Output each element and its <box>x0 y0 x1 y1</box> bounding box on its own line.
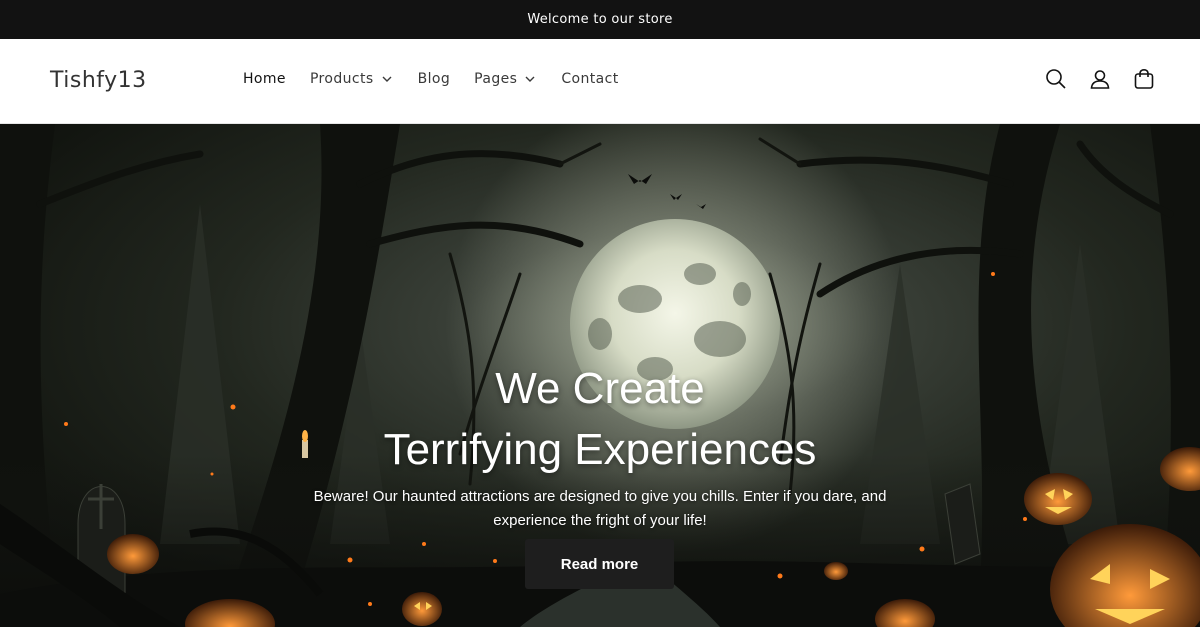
chevron-down-icon <box>382 76 392 82</box>
announcement-bar: Welcome to our store <box>0 0 1200 39</box>
nav-item-home[interactable]: Home <box>231 71 298 87</box>
account-icon[interactable] <box>1089 68 1111 90</box>
nav-label: Products <box>309 71 374 87</box>
site-header: Tishfy13 Home Products Blog Pages Contac… <box>0 39 1200 124</box>
header-icons <box>1023 68 1155 90</box>
main-nav: Home Products Blog Pages Contact <box>231 71 631 87</box>
nav-item-contact[interactable]: Contact <box>549 71 630 87</box>
nav-label: Home <box>243 71 286 87</box>
nav-item-blog[interactable]: Blog <box>406 71 463 87</box>
nav-label: Pages <box>474 71 518 87</box>
search-icon[interactable] <box>1045 68 1067 90</box>
cart-icon[interactable] <box>1133 68 1155 90</box>
nav-item-products[interactable]: Products <box>298 71 406 87</box>
hero-title-line2: Terrifying Experiences <box>383 425 817 474</box>
chevron-down-icon <box>525 76 535 82</box>
hero-title-line1: We Create <box>495 364 705 413</box>
nav-label: Contact <box>561 71 619 87</box>
nav-label: Blog <box>417 71 451 87</box>
store-logo[interactable]: Tishfy13 <box>50 68 147 93</box>
hero-banner: We Create Terrifying Experiences Beware!… <box>0 124 1200 627</box>
hero-subtitle: Beware! Our haunted attractions are desi… <box>313 488 887 529</box>
announcement-text: Welcome to our store <box>527 12 673 27</box>
read-more-button[interactable]: Read more <box>525 539 674 589</box>
nav-item-pages[interactable]: Pages <box>462 71 549 87</box>
